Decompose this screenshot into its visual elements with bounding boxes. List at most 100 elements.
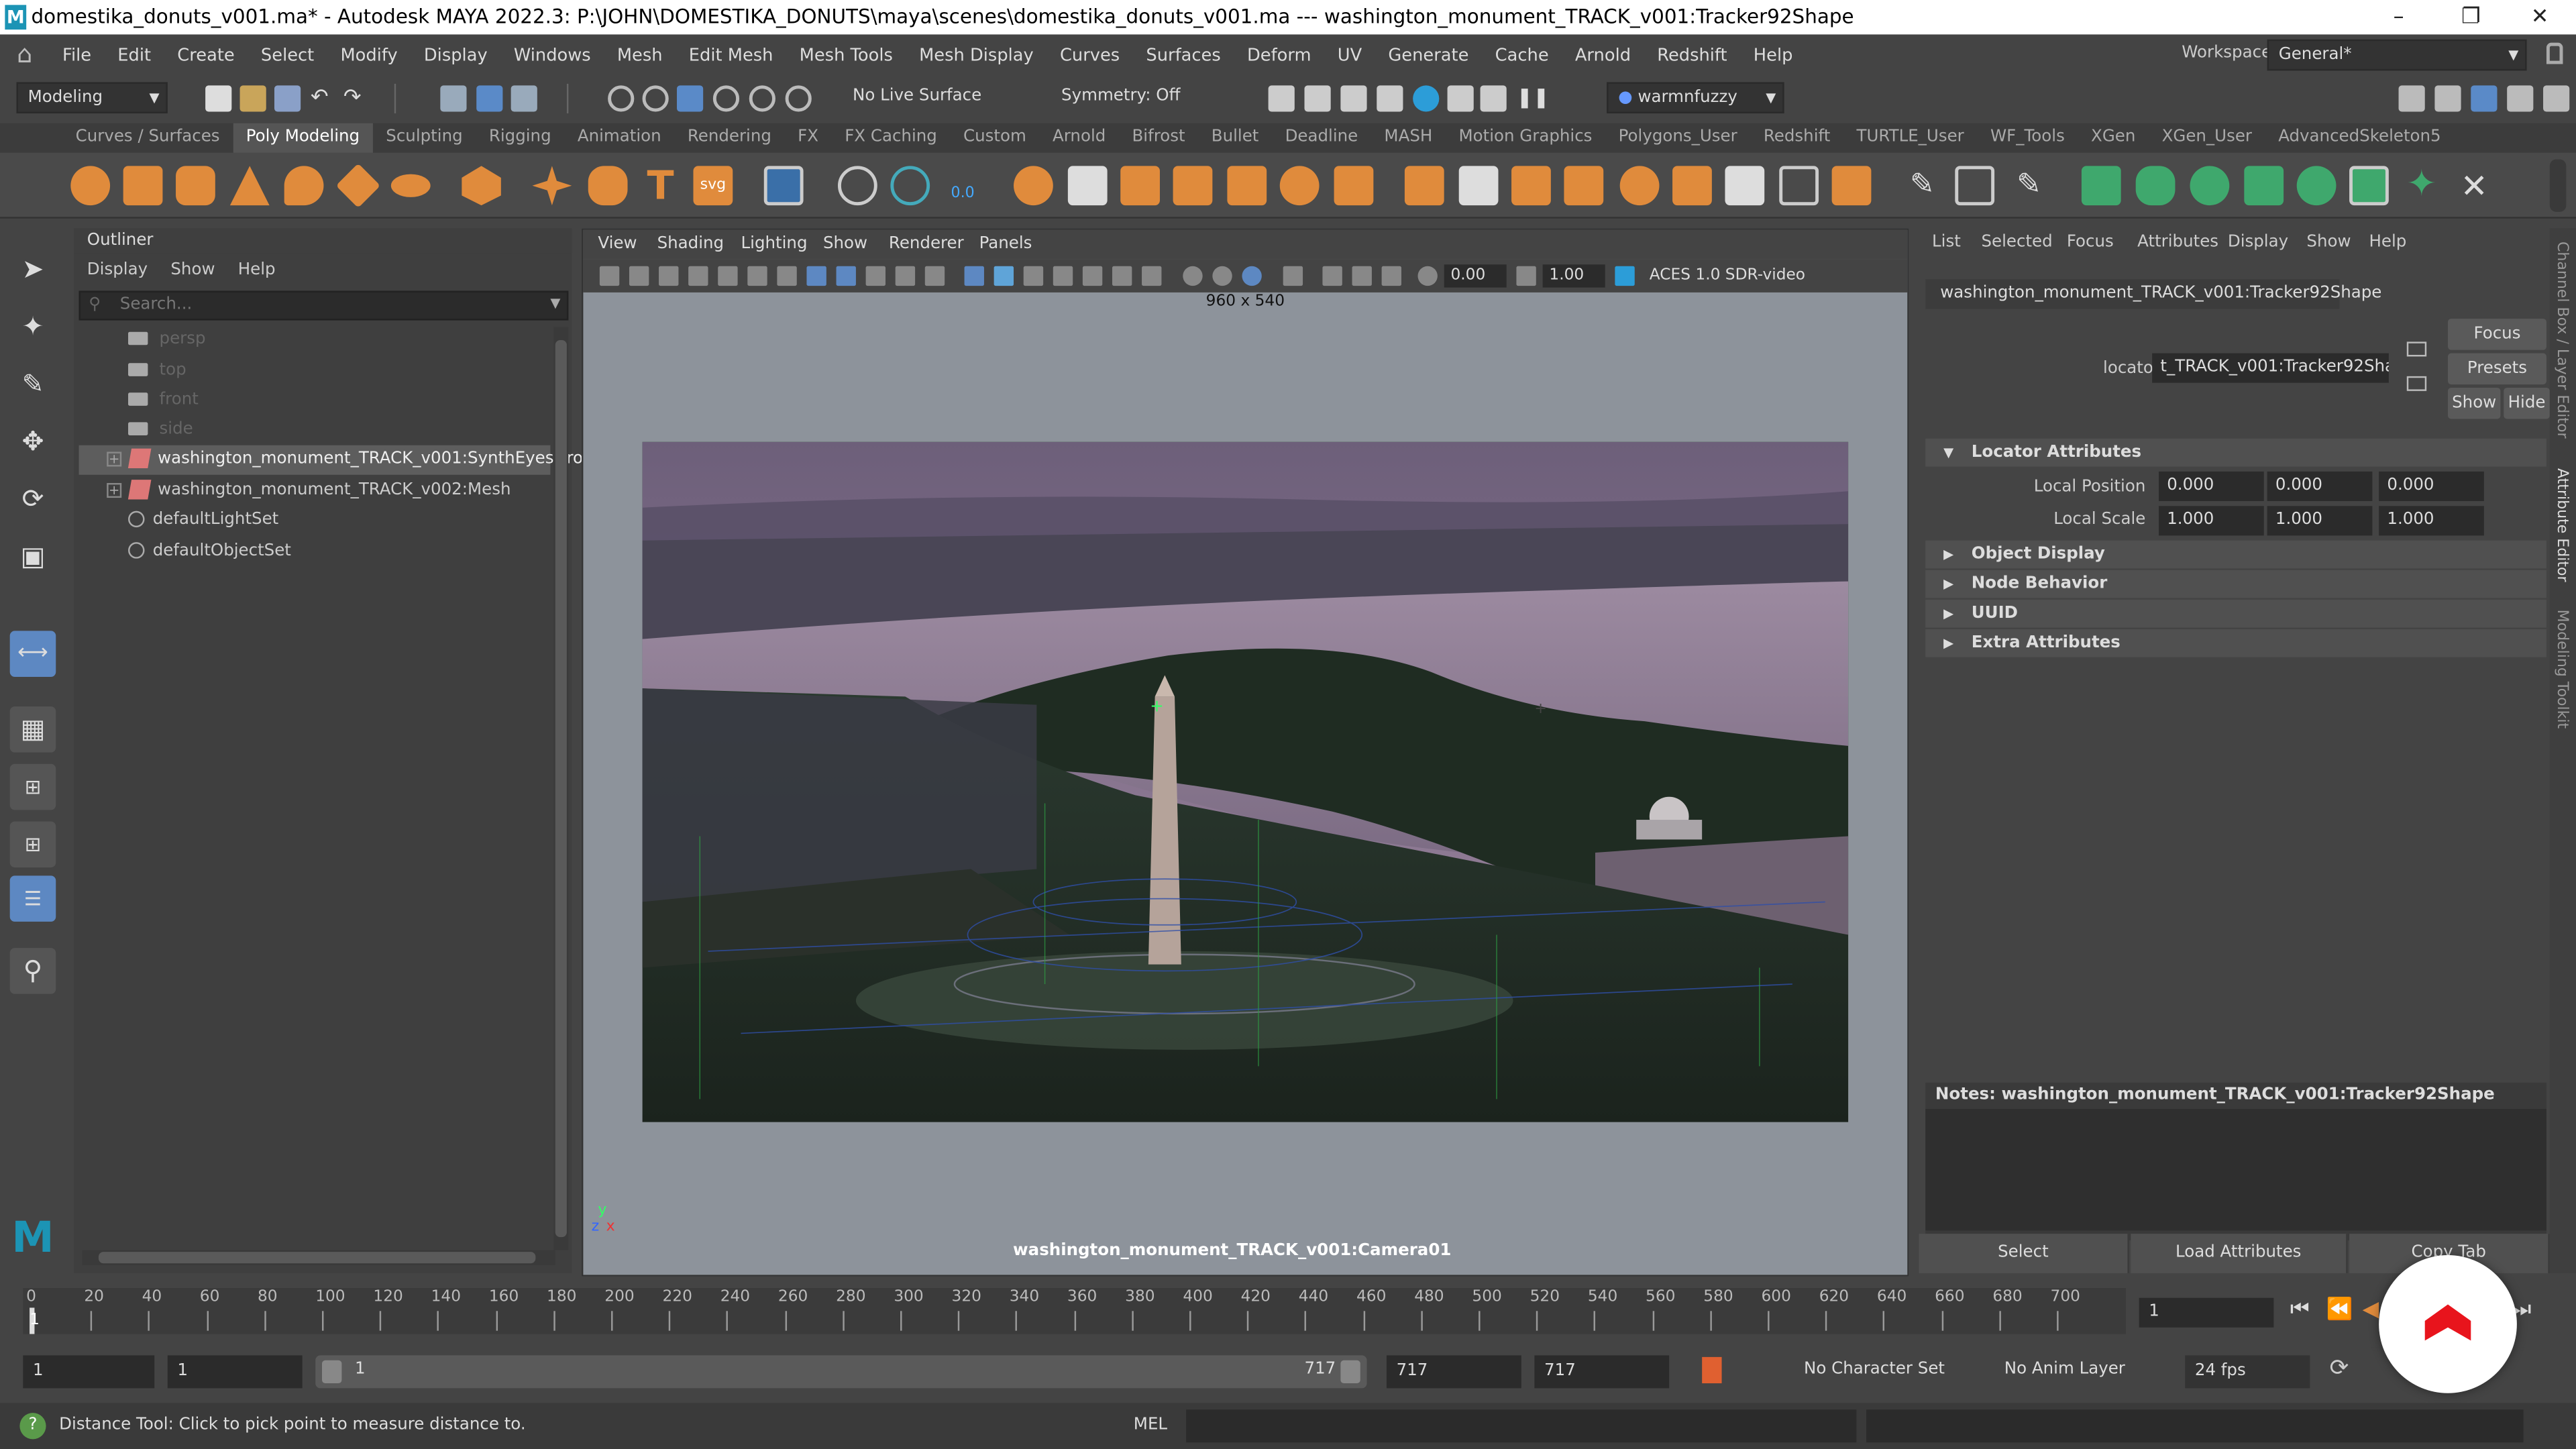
play-backward-icon[interactable]: ◀ <box>2363 1298 2379 1323</box>
close-button[interactable]: ✕ <box>2504 0 2576 34</box>
quad-draw-icon[interactable] <box>1779 166 1819 206</box>
pause-icon[interactable]: ❚❚ <box>1516 85 1549 111</box>
sweep-mesh-icon[interactable] <box>588 166 628 206</box>
combine-icon[interactable] <box>1014 166 1053 206</box>
uv-editor-icon[interactable] <box>763 166 804 206</box>
outliner-item-synth-eyes-group[interactable]: + washington_monument_TRACK_v001:SynthEye… <box>78 445 604 475</box>
type-tool-icon[interactable]: T <box>641 166 680 205</box>
redo-icon[interactable]: ↷ <box>343 85 370 111</box>
automatic-uv-icon[interactable] <box>2244 166 2284 206</box>
fps-select[interactable]: 24 fps <box>2185 1355 2310 1389</box>
time-slider[interactable]: 1 ⏮ ⏪ ◀ ⏭ 0 20 40 60 80 100 120 140 160 180 200 220… <box>0 1281 2576 1348</box>
undo-icon[interactable]: ↶ <box>311 85 337 111</box>
attr-menu-list[interactable]: List <box>1932 233 1961 252</box>
menu-edit[interactable]: Edit <box>105 45 164 64</box>
range-bar[interactable]: 1 717 <box>315 1355 1367 1389</box>
tab-tracker-shape[interactable]: washington_monument_TRACK_v001:Tracker92… <box>1925 279 2381 309</box>
local-position-z[interactable]: 0.000 <box>2379 471 2484 501</box>
select-button[interactable]: Select <box>1919 1234 2129 1273</box>
presets-button[interactable]: Presets <box>2448 353 2546 385</box>
mirror-icon[interactable] <box>1564 166 1604 206</box>
minimize-button[interactable]: – <box>2363 0 2435 34</box>
search-icon[interactable]: ⚲ <box>9 948 56 994</box>
render-frame-icon[interactable] <box>1268 85 1295 112</box>
select-component-icon[interactable] <box>511 85 537 112</box>
slide-edge-icon[interactable] <box>1955 166 1995 206</box>
lasso-tool-icon[interactable]: ✦ <box>10 304 56 350</box>
triangulate-icon[interactable] <box>1831 166 1872 206</box>
scale-tool-icon[interactable]: ▣ <box>10 534 56 580</box>
poly-plane-icon[interactable] <box>335 163 381 208</box>
xray-joints-icon[interactable] <box>1381 266 1401 286</box>
hypershade-icon[interactable] <box>1413 85 1440 112</box>
color-management-icon[interactable] <box>1615 266 1635 286</box>
boolean-icon[interactable] <box>1619 166 1660 206</box>
sew-uv-icon[interactable]: ✕ <box>2455 166 2494 205</box>
menu-create[interactable]: Create <box>164 45 248 64</box>
menu-mesh[interactable]: Mesh <box>604 45 676 64</box>
shadows-icon[interactable] <box>1112 266 1132 286</box>
poly-torus-icon[interactable] <box>284 166 324 206</box>
wireframe-icon[interactable] <box>964 266 984 286</box>
character-controls-icon[interactable] <box>2434 85 2461 112</box>
local-scale-z[interactable]: 1.000 <box>2379 506 2484 536</box>
local-scale-x[interactable]: 1.000 <box>2158 506 2264 536</box>
fill-hole-icon[interactable] <box>1334 166 1374 206</box>
menu-redshift[interactable]: Redshift <box>1644 45 1741 64</box>
outliner-horizontal-scrollbar[interactable] <box>82 1250 555 1265</box>
cylindrical-uv-icon[interactable] <box>2135 166 2176 206</box>
shelf-tab[interactable]: MASH <box>1371 123 1446 153</box>
shelf-scrollbar[interactable] <box>2549 159 2567 212</box>
outliner-item-default-object-set[interactable]: defaultObjectSet <box>79 537 551 567</box>
exposure-field[interactable]: 0.00 <box>1444 264 1507 288</box>
scrollbar-thumb[interactable] <box>98 1252 536 1264</box>
anim-layer-select[interactable]: No Anim Layer <box>2004 1360 2125 1379</box>
shelf-tab[interactable]: Sculpting <box>373 123 476 153</box>
outliner-item-persp[interactable]: persp <box>79 325 551 355</box>
section-locator-attributes[interactable]: ▼ Locator Attributes <box>1925 438 2546 467</box>
render-settings-icon[interactable] <box>1377 85 1403 112</box>
retopo-icon[interactable] <box>1725 166 1765 206</box>
new-scene-icon[interactable] <box>205 85 232 112</box>
move-tool-icon[interactable]: ✥ <box>10 419 56 465</box>
reduce-icon[interactable] <box>1672 166 1712 206</box>
output-connection-icon[interactable] <box>2406 376 2427 391</box>
grid-icon[interactable] <box>747 266 767 286</box>
menu-file[interactable]: File <box>49 45 104 64</box>
poly-cube-icon[interactable] <box>123 166 163 206</box>
input-connection-icon[interactable] <box>2406 341 2427 357</box>
script-language-label[interactable]: MEL <box>1134 1416 1167 1434</box>
svg-tool-icon[interactable]: svg <box>693 166 733 206</box>
image-plane-icon[interactable] <box>659 266 679 286</box>
planar-uv-icon[interactable] <box>2081 166 2121 206</box>
attr-menu-help[interactable]: Help <box>2369 233 2406 252</box>
xray-active-icon[interactable] <box>1352 266 1372 286</box>
viewport-menu-renderer[interactable]: Renderer <box>889 235 964 253</box>
rotate-tool-icon[interactable]: ⟳ <box>10 476 56 523</box>
outliner-item-front[interactable]: front <box>79 386 551 416</box>
section-node-behavior[interactable]: ▶ Node Behavior <box>1925 570 2546 598</box>
shelf-tab[interactable]: AdvancedSkeleton5 <box>2265 123 2455 153</box>
layout-uv-icon[interactable] <box>2349 166 2389 206</box>
notes-textarea[interactable] <box>1925 1109 2546 1231</box>
measure-icon[interactable] <box>890 166 930 206</box>
shelf-tab[interactable]: FX <box>785 123 832 153</box>
menu-help[interactable]: Help <box>1740 45 1806 64</box>
modeling-toolkit-icon[interactable] <box>2398 85 2425 112</box>
user-select[interactable]: ● warmnfuzzy ▼ <box>1607 82 1784 113</box>
command-line-input[interactable] <box>1186 1409 1857 1443</box>
outliner-item-top[interactable]: top <box>79 356 551 386</box>
lock-icon[interactable] <box>2546 42 2563 64</box>
select-object-icon[interactable] <box>476 85 503 112</box>
menu-edit-mesh[interactable]: Edit Mesh <box>676 45 786 64</box>
local-position-y[interactable]: 0.000 <box>2267 471 2373 501</box>
shelf-tab[interactable]: Rendering <box>674 123 784 153</box>
shelf-tab[interactable]: XGen_User <box>2149 123 2265 153</box>
default-material-icon[interactable] <box>1023 266 1044 286</box>
restore-button[interactable]: ❐ <box>2434 0 2507 34</box>
two-d-pan-icon[interactable] <box>688 266 708 286</box>
attr-menu-display[interactable]: Display <box>2228 233 2288 252</box>
loop-icon[interactable]: ⟳ <box>2330 1355 2349 1381</box>
shelf-tab[interactable]: WF_Tools <box>1977 123 2078 153</box>
attribute-editor-toggle-icon[interactable] <box>2471 85 2498 112</box>
